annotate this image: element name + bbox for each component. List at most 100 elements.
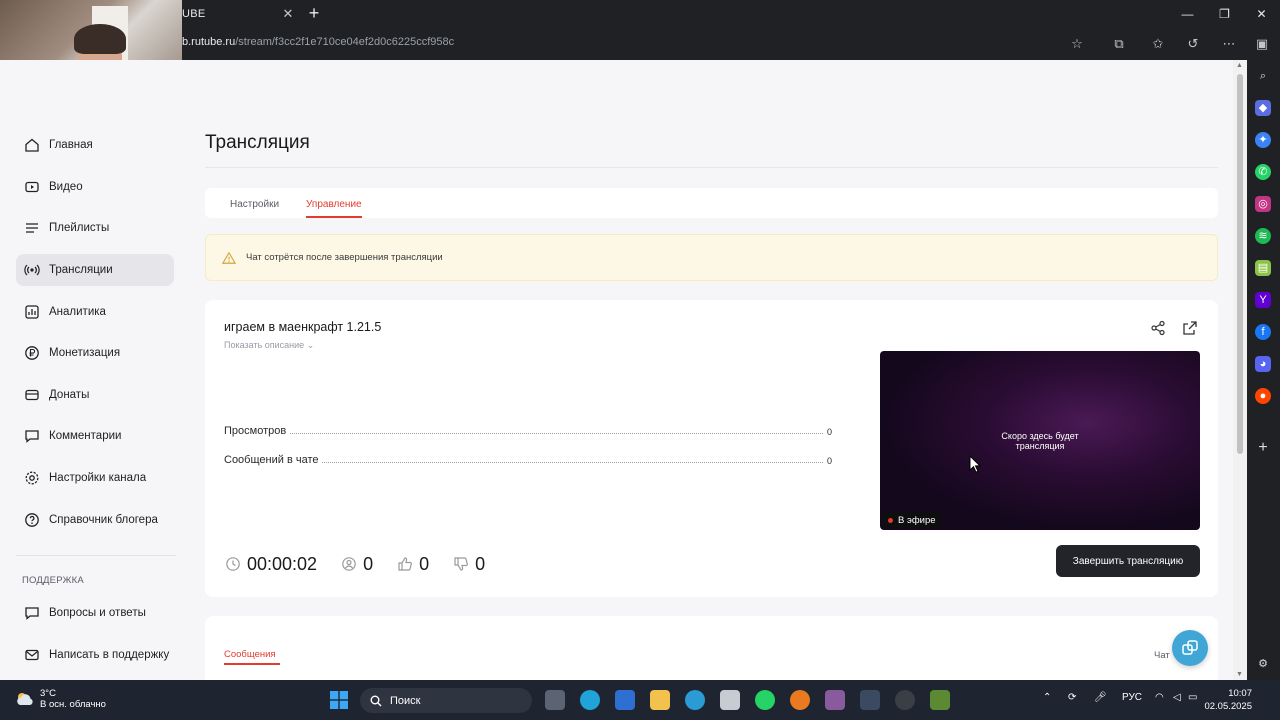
facebook-icon[interactable]: f bbox=[1255, 324, 1271, 340]
search-icon bbox=[370, 695, 382, 706]
chat-warning-alert: Чат сотрётся после завершения трансляции bbox=[205, 234, 1218, 281]
show-description-toggle[interactable]: Показать описание ⌄ bbox=[224, 340, 314, 351]
cloud-icon bbox=[17, 693, 33, 705]
sync-icon[interactable]: ⟳ bbox=[1068, 692, 1076, 703]
home-icon bbox=[23, 136, 41, 154]
search-icon[interactable]: ⌕ bbox=[1255, 68, 1271, 84]
help-app-icon[interactable] bbox=[685, 690, 705, 710]
likes-value: 0 bbox=[419, 553, 430, 574]
scroll-up-icon[interactable]: ▲ bbox=[1236, 62, 1243, 69]
sidebar-divider bbox=[16, 555, 176, 556]
sidebar-item-blogger-guide[interactable]: Справочник блогера bbox=[16, 504, 174, 536]
messages-card: Сообщения Чат bbox=[205, 616, 1218, 680]
mouse-cursor-icon bbox=[969, 455, 981, 473]
add-app-icon[interactable]: + bbox=[1255, 440, 1271, 456]
maximize-button[interactable]: ❐ bbox=[1206, 0, 1243, 28]
scroll-down-icon[interactable]: ▼ bbox=[1236, 671, 1243, 678]
show-description-label: Показать описание bbox=[224, 340, 305, 350]
stream-title: играем в маенкрафт 1.21.5 bbox=[224, 320, 382, 334]
microphone-icon[interactable]: 🎤︎ bbox=[1094, 692, 1107, 703]
end-stream-button[interactable]: Завершить трансляцию bbox=[1056, 545, 1200, 577]
minimize-button[interactable]: — bbox=[1169, 0, 1206, 28]
sidebar-item-broadcasts[interactable]: Трансляции bbox=[16, 254, 174, 286]
instagram-icon[interactable]: ◎ bbox=[1255, 196, 1271, 212]
spotify-icon[interactable]: ≋ bbox=[1255, 228, 1271, 244]
whatsapp-app-icon[interactable] bbox=[755, 690, 775, 710]
preview-placeholder-text: Скоро здесь будет трансляция bbox=[1001, 431, 1079, 451]
copilot-icon[interactable]: ◆ bbox=[1255, 100, 1271, 116]
dislikes-value: 0 bbox=[475, 553, 486, 574]
scrollbar-thumb[interactable] bbox=[1237, 74, 1243, 454]
sidebar-item-faq[interactable]: Вопросы и ответы bbox=[16, 597, 174, 629]
minecraft-icon[interactable] bbox=[930, 690, 950, 710]
whatsapp-icon[interactable]: ✆ bbox=[1255, 164, 1271, 180]
close-window-button[interactable]: ✕ bbox=[1243, 0, 1280, 28]
sidebar-item-home[interactable]: Главная bbox=[16, 129, 174, 161]
weather-widget[interactable]: 3°C В осн. облачно bbox=[14, 688, 106, 710]
favorites-icon[interactable]: ✩ bbox=[1149, 35, 1167, 53]
app-icon[interactable]: ▤ bbox=[1255, 260, 1271, 276]
tab-management[interactable]: Управление bbox=[306, 199, 362, 210]
live-dot-icon bbox=[888, 517, 893, 523]
app-window-icon[interactable] bbox=[860, 690, 880, 710]
sidebar-item-video[interactable]: Видео bbox=[16, 171, 174, 203]
windows-start-icon[interactable] bbox=[330, 691, 348, 709]
stat-chat-messages: Сообщений в чате 0 bbox=[224, 452, 832, 466]
sidebar-item-comments[interactable]: Комментарии bbox=[16, 420, 174, 452]
obs-icon[interactable] bbox=[895, 690, 915, 710]
url-host: b.rutube.ru bbox=[182, 36, 236, 48]
notepad-icon[interactable] bbox=[720, 690, 740, 710]
settings-icon[interactable]: ⚙ bbox=[1255, 656, 1271, 672]
battery-icon[interactable]: ▭ bbox=[1188, 692, 1197, 703]
yahoo-icon[interactable]: Y bbox=[1255, 292, 1271, 308]
volume-icon[interactable]: ◁ bbox=[1173, 692, 1181, 703]
sidebar-item-contact-support[interactable]: Написать в поддержку bbox=[16, 639, 174, 671]
sidebar-item-analytics[interactable]: Аналитика bbox=[16, 296, 174, 328]
new-tab-button[interactable]: + bbox=[305, 4, 323, 22]
sidebar-item-playlists[interactable]: Плейлисты bbox=[16, 212, 174, 244]
address-bar[interactable]: b.rutube.ru/stream/f3cc2f1e710ce04ef2d0c… bbox=[182, 36, 454, 48]
blender-icon[interactable] bbox=[790, 690, 810, 710]
support-section-title: ПОДДЕРЖКА bbox=[22, 575, 84, 586]
stream-preview[interactable]: Скоро здесь будет трансляция В эфире bbox=[880, 351, 1200, 530]
reddit-icon[interactable]: ● bbox=[1255, 388, 1271, 404]
discord-icon[interactable]: ◕ bbox=[1255, 356, 1271, 372]
title-divider bbox=[205, 167, 1218, 168]
messenger-icon[interactable]: ✦ bbox=[1255, 132, 1271, 148]
browser-tab[interactable]: UBE ✕ bbox=[182, 2, 297, 26]
browser-toolbar: b.rutube.ru/stream/f3cc2f1e710ce04ef2d0c… bbox=[0, 28, 1280, 60]
taskbar-search[interactable]: Поиск bbox=[360, 688, 532, 713]
favorite-star-icon[interactable]: ☆ bbox=[1068, 35, 1086, 53]
messages-tab-underline bbox=[224, 663, 280, 665]
store-icon[interactable] bbox=[615, 690, 635, 710]
file-explorer-icon[interactable] bbox=[650, 690, 670, 710]
edge-icon[interactable] bbox=[580, 690, 600, 710]
open-external-icon[interactable] bbox=[1182, 320, 1198, 336]
tray-overflow-icon[interactable]: ⌃ bbox=[1043, 692, 1051, 703]
page-scrollbar[interactable]: ▲ ▼ bbox=[1233, 60, 1247, 680]
sidebar-item-donations[interactable]: Донаты bbox=[16, 379, 174, 411]
sidebar-item-monetization[interactable]: Монетизация bbox=[16, 337, 174, 369]
metric-viewers: 0 bbox=[341, 554, 373, 575]
extensions-icon[interactable]: ⧉ bbox=[1110, 35, 1128, 53]
alert-text: Чат сотрётся после завершения трансляции bbox=[246, 252, 443, 263]
task-view-icon[interactable] bbox=[545, 690, 565, 710]
sidebar-item-channel-settings[interactable]: Настройки канала bbox=[16, 462, 174, 494]
chat-tab[interactable]: Чат bbox=[1154, 650, 1170, 661]
tab-messages[interactable]: Сообщения bbox=[224, 649, 276, 660]
more-menu-icon[interactable]: ⋯ bbox=[1220, 35, 1238, 53]
system-clock[interactable]: 10:07 02.05.2025 bbox=[1200, 687, 1252, 713]
tab-settings[interactable]: Настройки bbox=[230, 199, 279, 210]
url-path: /stream/f3cc2f1e710ce04ef2d0c6225ccf958c bbox=[235, 36, 455, 48]
sidebar-item-label: Написать в поддержку bbox=[49, 649, 170, 661]
tab-close-icon[interactable]: ✕ bbox=[279, 6, 297, 22]
support-chat-button[interactable] bbox=[1172, 630, 1208, 666]
wifi-icon[interactable]: ◠ bbox=[1155, 692, 1164, 703]
sidebar-toggle-icon[interactable]: ▣ bbox=[1253, 35, 1271, 53]
stat-label: Просмотров bbox=[224, 425, 287, 437]
share-icon[interactable] bbox=[1150, 320, 1166, 336]
game-app-icon[interactable] bbox=[825, 690, 845, 710]
search-placeholder: Поиск bbox=[390, 694, 421, 707]
language-indicator[interactable]: РУС bbox=[1122, 692, 1142, 703]
history-icon[interactable]: ↺ bbox=[1184, 35, 1202, 53]
